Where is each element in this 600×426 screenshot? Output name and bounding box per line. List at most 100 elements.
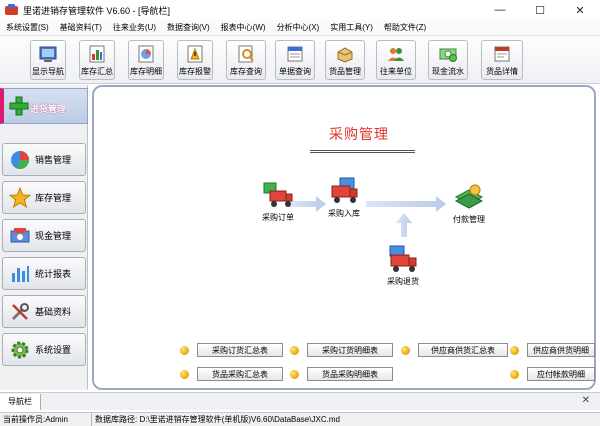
menu-report-center[interactable]: 报表中心(W) bbox=[221, 22, 266, 33]
bar-chart-icon bbox=[12, 265, 29, 282]
toolbar: 显示导航 库存汇总 库存明细 库存报警 库存查询 单据查询 货品管理 往来单位 … bbox=[0, 36, 600, 84]
report-order-detail-button[interactable]: 采购订货明细表 bbox=[307, 343, 393, 357]
close-button[interactable]: ✕ bbox=[560, 0, 600, 20]
report-item: 供应商供货汇总表 bbox=[401, 343, 508, 357]
sidebar-item-purchase[interactable]: 进货管理 bbox=[0, 88, 88, 124]
bullet-icon bbox=[180, 345, 189, 355]
flow-label: 采购退货 bbox=[387, 277, 419, 286]
report-supplier-summary-button[interactable]: 供应商供货汇总表 bbox=[418, 343, 508, 357]
maximize-button[interactable]: ☐ bbox=[520, 0, 560, 20]
sidebar-item-label: 现金管理 bbox=[35, 231, 72, 241]
flow-payment[interactable]: 付款管理 bbox=[453, 183, 485, 225]
cash-icon bbox=[10, 227, 30, 242]
minimize-button[interactable]: — bbox=[480, 0, 520, 20]
sidebar-item-cash[interactable]: 现金管理 bbox=[2, 219, 86, 252]
toolbar-label: 库存查询 bbox=[230, 67, 262, 76]
flow-label: 采购入库 bbox=[328, 209, 360, 218]
toolbar-label: 显示导航 bbox=[32, 67, 64, 76]
report-item: 货品采购明细表 bbox=[290, 367, 393, 381]
stock-query-icon bbox=[238, 45, 254, 63]
flow-purchase-order[interactable]: 采购订单 bbox=[262, 181, 294, 223]
report-goods-detail-button[interactable]: 货品采购明细表 bbox=[307, 367, 393, 381]
stock-alarm-icon bbox=[187, 45, 203, 63]
sidebar-item-sales[interactable]: 销售管理 bbox=[2, 143, 86, 176]
toolbar-cash-flow-button[interactable]: 现金流水 bbox=[428, 40, 468, 80]
purchase-module-canvas: 采购管理 采购订单 采购入库 付款管理 采购退货 采购订货汇总表 采购订货明细表… bbox=[92, 85, 596, 390]
flow-label: 付款管理 bbox=[453, 215, 485, 224]
order-truck-icon bbox=[263, 182, 293, 207]
sidebar-item-label: 进货管理 bbox=[30, 103, 67, 114]
page-title: 采购管理 bbox=[329, 126, 389, 142]
toolbar-goods-button[interactable]: 货品管理 bbox=[325, 40, 365, 80]
window-title: 里诺进销存管理软件 V6.60 - [导航栏] bbox=[23, 5, 171, 16]
goods-detail-icon bbox=[494, 46, 510, 62]
contacts-icon bbox=[388, 48, 404, 61]
inbound-truck-icon bbox=[331, 177, 358, 203]
toolbar-document-query-button[interactable]: 单据查询 bbox=[275, 40, 315, 80]
bullet-icon bbox=[290, 345, 299, 355]
flow-purchase-return[interactable]: 采购退货 bbox=[387, 245, 419, 287]
status-database-path: 数据库路径: D:\里诺进销存管理软件(单机版)V6.60\DataBase\J… bbox=[95, 415, 340, 424]
toolbar-label: 库存汇总 bbox=[81, 67, 113, 76]
toolbar-label: 库存报警 bbox=[179, 67, 211, 76]
toolbar-contacts-button[interactable]: 往来单位 bbox=[376, 40, 416, 80]
title-bar: 里诺进销存管理软件 V6.60 - [导航栏] — ☐ ✕ bbox=[0, 0, 600, 20]
toolbar-show-navigation-button[interactable]: 显示导航 bbox=[30, 40, 66, 80]
toolbar-label: 库存明细 bbox=[130, 67, 162, 76]
document-query-icon bbox=[287, 46, 303, 62]
cash-flow-icon bbox=[439, 48, 457, 62]
toolbar-stock-summary-button[interactable]: 库存汇总 bbox=[79, 40, 115, 80]
report-goods-summary-button[interactable]: 货品采购汇总表 bbox=[197, 367, 283, 381]
status-bar: 当前操作员:Admin 数据库路径: D:\里诺进销存管理软件(单机版)V6.6… bbox=[0, 412, 600, 426]
star-icon bbox=[9, 186, 31, 208]
sidebar-item-label: 基础资料 bbox=[35, 307, 72, 317]
app-logo-icon bbox=[5, 3, 18, 17]
window-controls: — ☐ ✕ bbox=[480, 0, 600, 20]
report-payables-detail-button[interactable]: 应付帐款明细 bbox=[527, 367, 595, 381]
bullet-icon bbox=[510, 345, 519, 355]
status-operator: 当前操作员:Admin bbox=[0, 412, 92, 426]
close-tab-icon[interactable]: ✕ bbox=[582, 395, 590, 406]
menu-data-query[interactable]: 数据查询(V) bbox=[167, 22, 210, 33]
report-order-summary-button[interactable]: 采购订货汇总表 bbox=[197, 343, 283, 357]
stock-summary-icon bbox=[89, 45, 105, 63]
menu-system-settings[interactable]: 系统设置(S) bbox=[6, 22, 49, 33]
toolbar-label: 往来单位 bbox=[380, 67, 412, 76]
bullet-icon bbox=[510, 369, 519, 379]
sidebar-item-label: 统计报表 bbox=[35, 269, 72, 279]
sidebar-item-inventory[interactable]: 库存管理 bbox=[2, 181, 86, 214]
bullet-icon bbox=[180, 369, 189, 379]
menu-tools[interactable]: 实用工具(Y) bbox=[330, 22, 373, 33]
stock-detail-icon bbox=[138, 45, 154, 63]
pie-chart-icon bbox=[11, 150, 30, 169]
report-item: 货品采购汇总表 bbox=[180, 367, 283, 381]
toolbar-label: 货品详情 bbox=[486, 67, 518, 76]
menu-analysis-center[interactable]: 分析中心(X) bbox=[277, 22, 320, 33]
sidebar-item-system-settings[interactable]: 系统设置 bbox=[2, 333, 86, 366]
sidebar-item-label: 销售管理 bbox=[35, 155, 72, 165]
flow-label: 采购订单 bbox=[262, 213, 294, 222]
document-tabs: 导航栏 ✕ bbox=[0, 392, 600, 410]
menu-bar: 系统设置(S) 基础资料(T) 往来业务(U) 数据查询(V) 报表中心(W) … bbox=[0, 20, 600, 36]
menu-help[interactable]: 帮助文件(Z) bbox=[384, 22, 426, 33]
report-item: 应付帐款明细 bbox=[510, 367, 595, 381]
sidebar-item-label: 系统设置 bbox=[35, 345, 72, 355]
toolbar-stock-detail-button[interactable]: 库存明细 bbox=[128, 40, 164, 80]
sidebar-item-basic-data[interactable]: 基础资料 bbox=[2, 295, 86, 328]
menu-business[interactable]: 往来业务(U) bbox=[113, 22, 156, 33]
report-item: 采购订货明细表 bbox=[290, 343, 393, 357]
flow-purchase-inbound[interactable]: 采购入库 bbox=[328, 177, 360, 219]
report-supplier-detail-button[interactable]: 供应商供货明细 bbox=[527, 343, 595, 357]
gear-icon bbox=[11, 341, 29, 358]
toolbar-stock-query-button[interactable]: 库存查询 bbox=[226, 40, 266, 80]
payment-icon bbox=[454, 184, 484, 209]
menu-basic-data[interactable]: 基础资料(T) bbox=[60, 22, 102, 33]
sidebar-item-label: 库存管理 bbox=[35, 193, 72, 203]
plus-icon bbox=[9, 96, 29, 116]
toolbar-stock-alarm-button[interactable]: 库存报警 bbox=[177, 40, 213, 80]
sidebar: 进货管理 销售管理 库存管理 现金管理 统计报表 基础资料 系统设置 bbox=[0, 85, 88, 390]
return-truck-icon bbox=[389, 245, 417, 272]
tab-navigation[interactable]: 导航栏 bbox=[0, 393, 41, 410]
sidebar-item-reports[interactable]: 统计报表 bbox=[2, 257, 86, 290]
toolbar-goods-detail-button[interactable]: 货品详情 bbox=[481, 40, 523, 80]
